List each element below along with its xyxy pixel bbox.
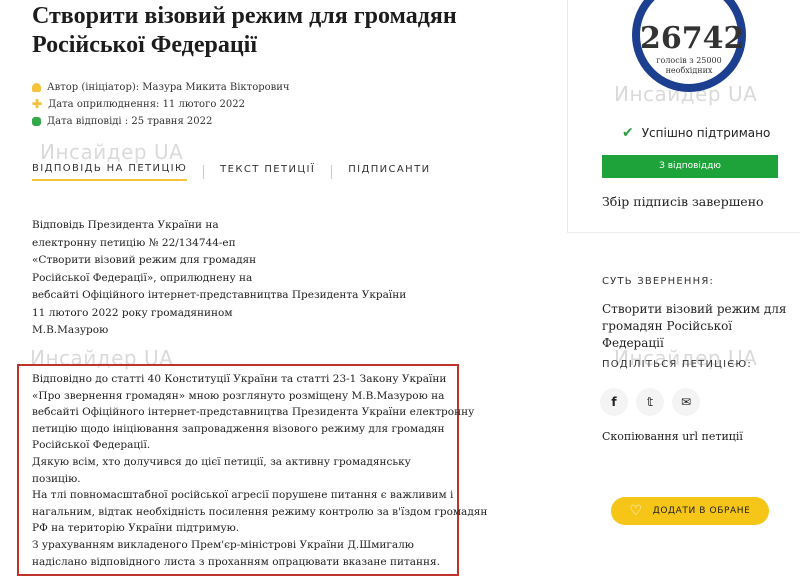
essence-text: Створити візовий режим для громадян Росі… <box>602 302 787 350</box>
body-line: петицію щодо ініціювання запровадження в… <box>32 422 445 435</box>
favorites-label: ДОДАТИ В ОБРАНЕ <box>652 506 751 516</box>
collection-status: Збір підписів завершено <box>602 194 764 209</box>
body-line: РФ на територію України підтримую. <box>32 522 240 535</box>
tab-divider <box>203 165 205 179</box>
answer-line: Російської Федерації», оприлюднену на <box>32 271 253 284</box>
tab-answer[interactable]: ВІДПОВІДЬ НА ПЕТИЦІЮ <box>32 163 188 181</box>
body-line: На тлі повномасштабної російської агресі… <box>32 489 454 502</box>
body-line: «Про звернення громадян» мною розглянуто… <box>32 389 445 402</box>
petition-tabs: ВІДПОВІДЬ НА ПЕТИЦІЮ ТЕКСТ ПЕТИЦІЇ ПІДПИ… <box>32 163 430 181</box>
email-icon[interactable]: ✉ <box>672 388 700 416</box>
answer-line: електронну петицію № 22/134744-еп <box>32 236 236 249</box>
author-text: Автор (ініціатор): Мазура Микита Вікторо… <box>47 82 290 93</box>
answer-line: М.В.Мазурою <box>32 324 109 336</box>
published-text: Дата оприлюднення: 11 лютого 2022 <box>48 99 245 110</box>
status-badge: З відповіддю <box>602 155 778 178</box>
tab-text[interactable]: ТЕКСТ ПЕТИЦІЇ <box>220 164 315 180</box>
vote-sub: необхідних <box>665 66 713 75</box>
check-icon: ✔ <box>622 125 634 141</box>
body-line: Дякую всім, хто долучився до цієї петиці… <box>32 455 411 468</box>
answer-line: «Створити візовий режим для громадян <box>32 254 257 266</box>
heart-icon: ♡ <box>629 503 643 519</box>
watermark: Инсайдер UA <box>40 140 184 164</box>
sidebar-divider <box>567 232 800 233</box>
body-line: позицію. <box>32 472 81 485</box>
twitter-icon[interactable]: 𝕥 <box>636 388 664 416</box>
sidebar-divider <box>567 0 568 232</box>
answer-line: вебсайті Офіційного інтернет-представниц… <box>32 289 407 301</box>
chat-icon <box>32 117 41 126</box>
body-line: надіслано відповідного листа з проханням… <box>32 555 440 568</box>
status-line: ✔ Успішно підтримано <box>622 125 770 141</box>
answer-body: Відповідно до статті 40 Конституції Укра… <box>32 371 488 570</box>
body-line: вебсайті Офіційного інтернет-представниц… <box>32 406 475 419</box>
user-icon <box>32 83 41 92</box>
essence-heading: СУТЬ ЗВЕРНЕННЯ: <box>602 276 715 287</box>
facebook-icon[interactable]: f <box>600 388 628 416</box>
share-heading: ПОДІЛІТЬСЯ ПЕТИЦІЄЮ: <box>602 359 752 370</box>
answered-text: Дата відповіді : 25 травня 2022 <box>47 116 213 127</box>
status-text: Успішно підтримано <box>641 126 771 140</box>
body-line: Російської Федерації. <box>32 439 151 452</box>
plus-icon: ✚ <box>32 97 43 111</box>
tab-signers[interactable]: ПІДПИСАНТИ <box>348 164 430 180</box>
share-buttons: f 𝕥 ✉ <box>600 388 700 416</box>
answered-meta: Дата відповіді : 25 травня 2022 <box>32 116 212 127</box>
answer-line: 11 лютого 2022 року громадянином <box>32 306 233 319</box>
copy-url-link[interactable]: Скопіювання url петиції <box>602 430 743 443</box>
body-line: нагальним, відтак необхідність посилення… <box>32 505 488 518</box>
answer-line: Відповідь Президента України на <box>32 219 219 231</box>
body-line: Відповідно до статті 40 Конституції Укра… <box>32 373 447 385</box>
add-to-favorites-button[interactable]: ♡ ДОДАТИ В ОБРАНЕ <box>611 497 769 525</box>
published-meta: ✚ Дата оприлюднення: 11 лютого 2022 <box>32 97 245 111</box>
vote-sub: голосів з 25000 <box>656 56 722 65</box>
body-line: З урахуванням викладеного Прем'єр-мініст… <box>32 538 414 551</box>
vote-counter: 26742 голосів з 25000 необхідних <box>632 0 746 92</box>
answer-intro: Відповідь Президента України на електрон… <box>32 217 412 340</box>
vote-count: 26742 <box>640 21 745 56</box>
tab-divider <box>331 165 333 179</box>
page-title: Створити візовий режим для громадян Росі… <box>32 3 457 58</box>
author-meta: Автор (ініціатор): Мазура Микита Вікторо… <box>32 82 290 93</box>
